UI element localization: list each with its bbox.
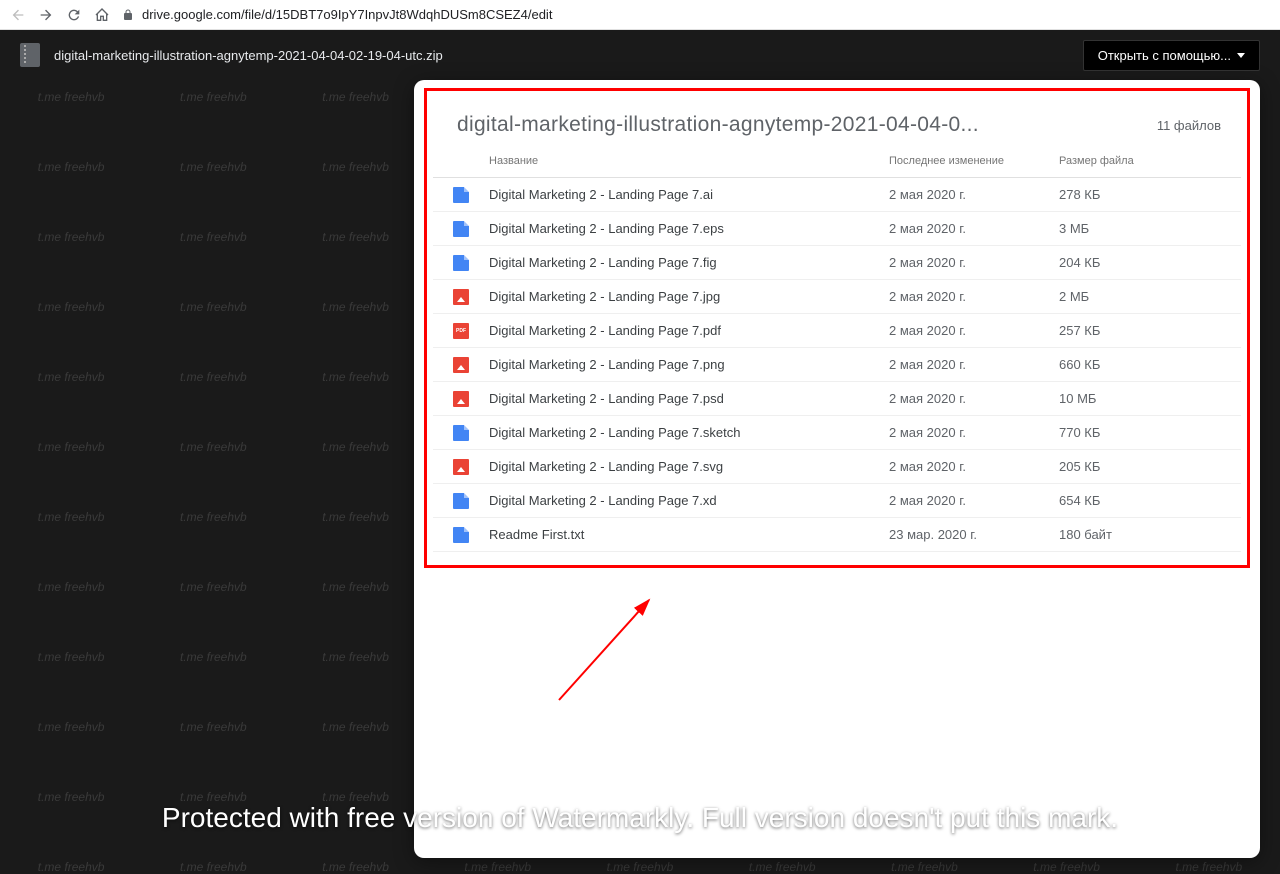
file-size: 180 байт — [1059, 527, 1112, 542]
file-modified: 2 мая 2020 г. — [889, 493, 1059, 508]
drive-filename: digital-marketing-illustration-agnytemp-… — [54, 48, 443, 63]
file-name: Digital Marketing 2 - Landing Page 7.fig — [489, 255, 889, 270]
chevron-down-icon — [1237, 53, 1245, 58]
drive-header: digital-marketing-illustration-agnytemp-… — [0, 30, 1280, 80]
forward-button[interactable] — [38, 7, 54, 23]
col-name[interactable]: Название — [489, 155, 889, 167]
lock-icon — [122, 8, 134, 22]
table-row[interactable]: Digital Marketing 2 - Landing Page 7.png… — [433, 348, 1241, 382]
image-icon — [453, 391, 469, 407]
preview-panel: digital-marketing-illustration-agnytemp-… — [414, 80, 1260, 858]
annotation-arrow — [539, 590, 669, 710]
watermark-row: t.me freehvbt.me freehvbt.me freehvbt.me… — [0, 860, 1280, 874]
table-row[interactable]: Digital Marketing 2 - Landing Page 7.xd2… — [433, 484, 1241, 518]
file-name: Digital Marketing 2 - Landing Page 7.psd — [489, 391, 889, 406]
address-bar[interactable]: drive.google.com/file/d/15DBT7o9IpY7Inpv… — [122, 7, 1270, 22]
file-modified: 2 мая 2020 г. — [889, 459, 1059, 474]
url-text: drive.google.com/file/d/15DBT7o9IpY7Inpv… — [142, 7, 552, 22]
open-with-label: Открыть с помощью... — [1098, 48, 1231, 63]
file-size: 660 КБ — [1059, 357, 1100, 372]
file-icon — [453, 493, 469, 509]
file-name: Digital Marketing 2 - Landing Page 7.svg — [489, 459, 889, 474]
file-icon — [453, 255, 469, 271]
file-modified: 2 мая 2020 г. — [889, 391, 1059, 406]
file-size: 278 КБ — [1059, 187, 1100, 202]
file-modified: 2 мая 2020 г. — [889, 323, 1059, 338]
table-header: Название Последнее изменение Размер файл… — [433, 147, 1241, 178]
file-name: Digital Marketing 2 - Landing Page 7.ske… — [489, 425, 889, 440]
file-name: Digital Marketing 2 - Landing Page 7.png — [489, 357, 889, 372]
file-size: 257 КБ — [1059, 323, 1100, 338]
file-size: 204 КБ — [1059, 255, 1100, 270]
file-name: Digital Marketing 2 - Landing Page 7.xd — [489, 493, 889, 508]
table-row[interactable]: Digital Marketing 2 - Landing Page 7.ske… — [433, 416, 1241, 450]
annotation-box: digital-marketing-illustration-agnytemp-… — [424, 88, 1250, 568]
file-name: Readme First.txt — [489, 527, 889, 542]
open-with-button[interactable]: Открыть с помощью... — [1083, 40, 1260, 71]
file-size: 654 КБ — [1059, 493, 1100, 508]
file-icon — [453, 221, 469, 237]
col-modified[interactable]: Последнее изменение — [889, 155, 1059, 167]
file-icon — [453, 425, 469, 441]
table-row[interactable]: Readme First.txt23 мар. 2020 г.180 байт — [433, 518, 1241, 552]
file-size: 10 МБ — [1059, 391, 1096, 406]
file-modified: 2 мая 2020 г. — [889, 425, 1059, 440]
col-size[interactable]: Размер файла — [1059, 155, 1134, 167]
table-row[interactable]: Digital Marketing 2 - Landing Page 7.svg… — [433, 450, 1241, 484]
file-modified: 2 мая 2020 г. — [889, 187, 1059, 202]
image-icon — [453, 289, 469, 305]
file-modified: 2 мая 2020 г. — [889, 255, 1059, 270]
file-name: Digital Marketing 2 - Landing Page 7.ai — [489, 187, 889, 202]
file-modified: 2 мая 2020 г. — [889, 357, 1059, 372]
image-icon — [453, 459, 469, 475]
file-name: Digital Marketing 2 - Landing Page 7.jpg — [489, 289, 889, 304]
table-row[interactable]: Digital Marketing 2 - Landing Page 7.ai2… — [433, 178, 1241, 212]
pdf-icon — [453, 323, 469, 339]
file-size: 2 МБ — [1059, 289, 1089, 304]
reload-button[interactable] — [66, 7, 82, 23]
file-modified: 2 мая 2020 г. — [889, 289, 1059, 304]
table-row[interactable]: Digital Marketing 2 - Landing Page 7.psd… — [433, 382, 1241, 416]
file-modified: 2 мая 2020 г. — [889, 221, 1059, 236]
zip-icon — [20, 43, 40, 67]
browser-toolbar: drive.google.com/file/d/15DBT7o9IpY7Inpv… — [0, 0, 1280, 30]
file-modified: 23 мар. 2020 г. — [889, 527, 1059, 542]
file-name: Digital Marketing 2 - Landing Page 7.pdf — [489, 323, 889, 338]
image-icon — [453, 357, 469, 373]
file-icon — [453, 187, 469, 203]
table-row[interactable]: Digital Marketing 2 - Landing Page 7.eps… — [433, 212, 1241, 246]
file-count: 11 файлов — [1157, 118, 1221, 133]
table-row[interactable]: Digital Marketing 2 - Landing Page 7.jpg… — [433, 280, 1241, 314]
home-button[interactable] — [94, 7, 110, 23]
file-name: Digital Marketing 2 - Landing Page 7.eps — [489, 221, 889, 236]
file-size: 3 МБ — [1059, 221, 1089, 236]
file-size: 770 КБ — [1059, 425, 1100, 440]
file-icon — [453, 527, 469, 543]
file-size: 205 КБ — [1059, 459, 1100, 474]
table-row[interactable]: Digital Marketing 2 - Landing Page 7.pdf… — [433, 314, 1241, 348]
watermark-notice: Protected with free version of Watermark… — [0, 802, 1280, 834]
archive-title: digital-marketing-illustration-agnytemp-… — [457, 113, 979, 137]
back-button[interactable] — [10, 7, 26, 23]
table-row[interactable]: Digital Marketing 2 - Landing Page 7.fig… — [433, 246, 1241, 280]
